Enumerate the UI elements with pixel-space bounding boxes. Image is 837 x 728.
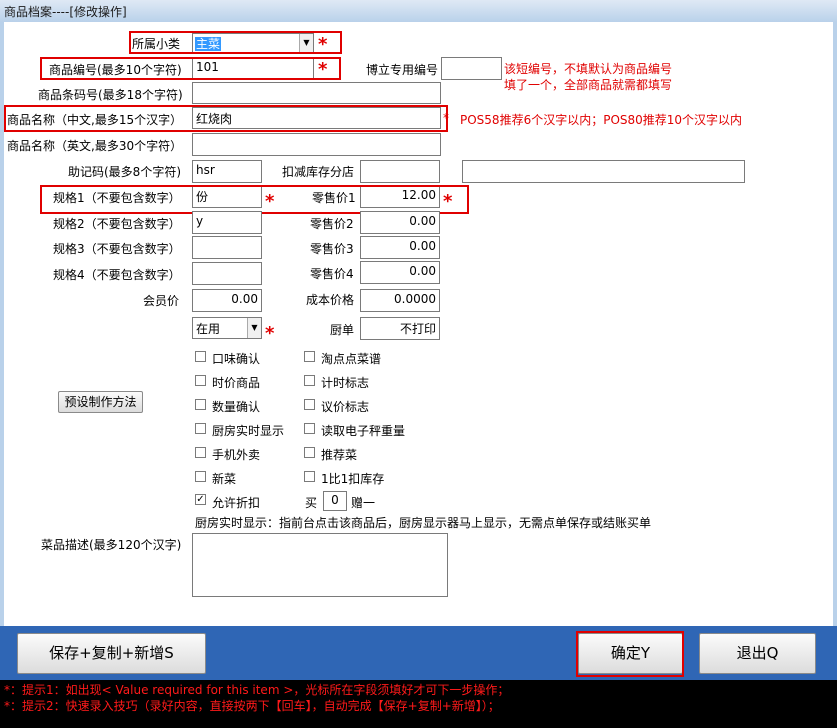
title-bar: 商品档案----[修改操作]	[0, 0, 837, 23]
description-label: 菜品描述(最多120个汉字)	[41, 538, 182, 552]
spec3-input[interactable]	[192, 236, 262, 259]
description-textarea[interactable]	[192, 533, 448, 597]
market-price-checkbox[interactable]	[195, 375, 206, 386]
checkbox-label: 数量确认	[212, 400, 261, 414]
cost-price-input[interactable]: 0.0000	[360, 289, 440, 312]
recommended-checkbox[interactable]	[304, 447, 315, 458]
highlight-box-name	[4, 105, 448, 132]
mnemonic-label: 助记码(最多8个字符)	[68, 165, 181, 179]
checkbox-label: 计时标志	[321, 376, 370, 390]
mnemonic-input[interactable]: hsr	[192, 160, 262, 183]
spec4-input[interactable]	[192, 262, 262, 285]
required-star: *	[443, 111, 449, 125]
status-value: 在用	[196, 322, 221, 336]
stock-branch-extra-input[interactable]	[462, 160, 745, 183]
checkbox-label: 口味确认	[212, 352, 261, 366]
mobile-takeout-checkbox[interactable]	[195, 447, 206, 458]
stock-branch-label: 扣减库存分店	[282, 165, 355, 179]
quantity-confirm-checkbox[interactable]	[195, 399, 206, 410]
bargain-flag-checkbox[interactable]	[304, 399, 315, 410]
kitchen-realtime-note: 厨房实时显示：指前台点击该商品后，厨房显示器马上显示，无需点单保存或结账买单	[195, 516, 652, 530]
price3-label: 零售价3	[310, 242, 354, 256]
window-title: 商品档案----[修改操作]	[4, 5, 127, 19]
checkbox-label: 厨房实时显示	[212, 424, 285, 438]
kitchen-input[interactable]: 不打印	[360, 317, 440, 340]
kitchen-label: 厨单	[330, 323, 355, 337]
boli-note-1: 该短编号，不填默认为商品编号	[504, 62, 673, 76]
buy-quantity-input[interactable]: 0	[323, 491, 347, 511]
stock-branch-input[interactable]	[360, 160, 440, 183]
preset-method-button[interactable]: 预设制作方法	[58, 391, 143, 413]
name-en-label: 商品名称（英文,最多30个字符）	[7, 139, 183, 153]
checkbox-label: 手机外卖	[212, 448, 261, 462]
required-star: *	[265, 323, 275, 344]
boli-code-label: 博立专用编号	[366, 63, 439, 77]
exit-button[interactable]: 退出Q	[699, 633, 816, 674]
checkbox-label: 淘点点菜谱	[321, 352, 382, 366]
buy-label: 买	[305, 496, 318, 510]
save-copy-new-button[interactable]: 保存+复制+新增S	[17, 633, 206, 674]
timing-flag-checkbox[interactable]	[304, 375, 315, 386]
taste-confirm-checkbox[interactable]	[195, 351, 206, 362]
boli-code-input[interactable]	[441, 57, 502, 80]
chevron-down-icon[interactable]: ▼	[247, 318, 261, 338]
spec4-label: 规格4（不要包含数字）	[53, 268, 181, 282]
member-price-input[interactable]: 0.00	[192, 289, 262, 312]
price3-input[interactable]: 0.00	[360, 236, 440, 259]
member-price-label: 会员价	[143, 294, 180, 308]
highlight-box-code	[40, 57, 341, 80]
checkbox-label: 1比1扣库存	[321, 472, 385, 486]
price4-label: 零售价4	[310, 267, 354, 281]
highlight-box-subcategory	[129, 31, 342, 54]
barcode-input[interactable]	[192, 82, 441, 104]
checkbox-label: 推荐菜	[321, 448, 358, 462]
kitchen-realtime-checkbox[interactable]	[195, 423, 206, 434]
checkbox-label: 允许折扣	[212, 496, 261, 510]
hint-line-2: *：提示2：快速录入技巧（录好内容，直接按两下【回车】，自动完成【保存+复制+新…	[4, 699, 500, 713]
price2-input[interactable]: 0.00	[360, 211, 440, 234]
cost-price-label: 成本价格	[306, 293, 355, 307]
checkbox-label: 议价标志	[321, 400, 370, 414]
status-select[interactable]: 在用 ▼	[192, 317, 262, 339]
allow-discount-checkbox[interactable]: ✓	[195, 494, 206, 505]
highlight-box-spec-price	[40, 185, 469, 214]
spec2-input[interactable]: y	[192, 211, 262, 234]
checkbox-label: 新菜	[212, 472, 237, 486]
new-dish-checkbox[interactable]	[195, 471, 206, 482]
name-note: POS58推荐6个汉字以内；POS80推荐10个汉字以内	[460, 113, 743, 127]
spec2-label: 规格2（不要包含数字）	[53, 217, 181, 231]
spec3-label: 规格3（不要包含数字）	[53, 242, 181, 256]
hint-line-1: *：提示1：如出现< Value required for this item …	[4, 683, 510, 697]
checkmark-icon: ✓	[196, 494, 205, 505]
boli-note-2: 填了一个，全部商品就需都填写	[504, 78, 673, 92]
name-en-input[interactable]	[192, 133, 441, 156]
hint-panel: *：提示1：如出现< Value required for this item …	[0, 680, 837, 728]
taodiandian-checkbox[interactable]	[304, 351, 315, 362]
price2-label: 零售价2	[310, 217, 354, 231]
read-scale-checkbox[interactable]	[304, 423, 315, 434]
checkbox-label: 读取电子秤重量	[321, 424, 406, 438]
one-to-one-stock-checkbox[interactable]	[304, 471, 315, 482]
barcode-label: 商品条码号(最多18个字符)	[38, 88, 183, 102]
highlight-box-confirm	[576, 631, 684, 677]
price4-input[interactable]: 0.00	[360, 261, 440, 284]
checkbox-label: 时价商品	[212, 376, 261, 390]
gift-label: 赠一	[351, 496, 376, 510]
